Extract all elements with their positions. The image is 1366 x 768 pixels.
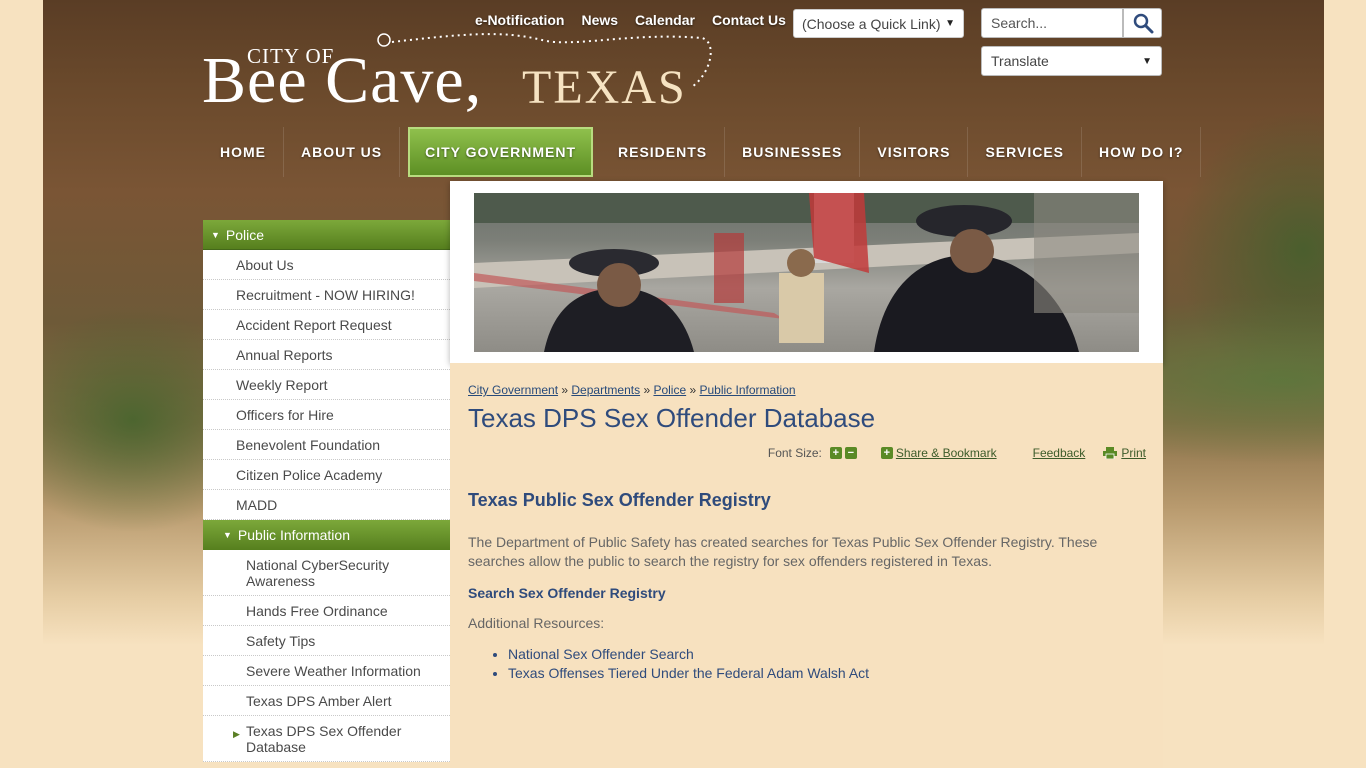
banner-illustration [474, 193, 1139, 352]
sidebar-subitem-safety-tips[interactable]: Safety Tips [203, 626, 450, 656]
triangle-down-icon: ▼ [211, 229, 220, 240]
share-plus-icon: + [880, 447, 893, 459]
nav-visitors[interactable]: VISITORS [860, 127, 969, 177]
breadcrumb-public-information[interactable]: Public Information [700, 383, 796, 397]
search-placeholder: Search... [991, 15, 1048, 31]
sidebar-subitem-label: Texas DPS Sex Offender Database [246, 722, 402, 755]
sidebar-item-madd[interactable]: MADD [203, 490, 450, 520]
font-decrease-icon[interactable]: − [844, 447, 857, 459]
sidebar-item-weekly-report[interactable]: Weekly Report [203, 370, 450, 400]
search-button[interactable] [1123, 8, 1162, 38]
sidebar-item-officers-for-hire[interactable]: Officers for Hire [203, 400, 450, 430]
nav-how-do-i[interactable]: HOW DO I? [1082, 127, 1202, 177]
sidebar-item-accident-report[interactable]: Accident Report Request [203, 310, 450, 340]
sidebar-item-benevolent-foundation[interactable]: Benevolent Foundation [203, 430, 450, 460]
utility-links: e-Notification News Calendar Contact Us [475, 12, 803, 28]
quick-link-select[interactable]: (Choose a Quick Link) ▼ [793, 9, 964, 38]
breadcrumb-police[interactable]: Police [653, 383, 686, 397]
bee-flight-path-icon [377, 33, 712, 88]
sidebar-item-about-us[interactable]: About Us [203, 250, 450, 280]
resource-national-search[interactable]: National Sex Offender Search [508, 645, 1145, 664]
breadcrumb: City Government » Departments » Police »… [468, 383, 1145, 397]
sidebar-subitem-sex-offender-database[interactable]: ▶ Texas DPS Sex Offender Database [203, 716, 450, 762]
main-content: City Government » Departments » Police »… [450, 363, 1163, 768]
chevron-down-icon: ▼ [1142, 55, 1152, 67]
page-title: Texas DPS Sex Offender Database [468, 403, 876, 433]
sidebar: ▼ Police About Us Recruitment - NOW HIRI… [203, 220, 450, 762]
sidebar-heading-police[interactable]: ▼ Police [203, 220, 450, 250]
banner-frame [450, 181, 1163, 363]
e-notification-link[interactable]: e-Notification [475, 12, 564, 28]
chevron-down-icon: ▼ [945, 18, 955, 29]
feedback-link[interactable]: Feedback [1033, 446, 1086, 460]
breadcrumb-separator: » [689, 383, 700, 397]
print-icon [1103, 447, 1118, 459]
sidebar-subitem-hands-free[interactable]: Hands Free Ordinance [203, 596, 450, 626]
sidebar-subitem-amber-alert[interactable]: Texas DPS Amber Alert [203, 686, 450, 716]
translate-value: Translate [991, 53, 1049, 69]
contact-us-link[interactable]: Contact Us [712, 12, 786, 28]
content-paragraph: The Department of Public Safety has crea… [468, 534, 1098, 569]
nav-businesses[interactable]: BUSINESSES [725, 127, 861, 177]
nav-services[interactable]: SERVICES [968, 127, 1083, 177]
breadcrumb-separator: » [561, 383, 572, 397]
resources-list: National Sex Offender Search Texas Offen… [508, 645, 1145, 683]
breadcrumb-separator: » [643, 383, 654, 397]
sidebar-heading-label: Police [225, 226, 265, 243]
sidebar-item-recruitment[interactable]: Recruitment - NOW HIRING! [203, 280, 450, 310]
nav-home[interactable]: HOME [203, 127, 284, 177]
calendar-link[interactable]: Calendar [635, 12, 695, 28]
sidebar-subitem-severe-weather[interactable]: Severe Weather Information [203, 656, 450, 686]
sidebar-item-annual-reports[interactable]: Annual Reports [203, 340, 450, 370]
current-page-arrow-icon: ▶ [233, 729, 240, 739]
search-input[interactable]: Search... [981, 8, 1123, 38]
print-link[interactable]: Print [1121, 446, 1146, 460]
sidebar-subheading-public-information[interactable]: ▼ Public Information [203, 520, 450, 550]
breadcrumb-departments[interactable]: Departments [571, 383, 640, 397]
nav-city-government[interactable]: CITY GOVERNMENT [408, 127, 593, 177]
triangle-down-icon: ▼ [223, 530, 232, 540]
additional-resources-label: Additional Resources: [468, 615, 605, 631]
sidebar-item-citizen-police-academy[interactable]: Citizen Police Academy [203, 460, 450, 490]
police-salute-banner-image [474, 193, 1139, 352]
quick-link-value: (Choose a Quick Link) [802, 15, 941, 32]
resource-adam-walsh-act[interactable]: Texas Offenses Tiered Under the Federal … [508, 664, 1145, 683]
sidebar-subitem-cybersecurity[interactable]: National CyberSecurity Awareness [203, 550, 450, 596]
breadcrumb-city-government[interactable]: City Government [468, 383, 558, 397]
font-increase-icon[interactable]: + [829, 447, 842, 459]
page-margin-right [1324, 0, 1366, 768]
page-tools: Font Size: + − + Share & Bookmark Feedba… [768, 446, 1146, 460]
nav-residents[interactable]: RESIDENTS [601, 127, 726, 177]
nav-about-us[interactable]: ABOUT US [284, 127, 401, 177]
font-size-label: Font Size: [767, 446, 822, 460]
search-icon [1133, 13, 1153, 34]
main-navigation: HOME ABOUT US CITY GOVERNMENT RESIDENTS … [203, 127, 1202, 177]
content-heading: Texas Public Sex Offender Registry [468, 490, 771, 510]
translate-select[interactable]: Translate ▼ [981, 46, 1162, 76]
page-margin-left [0, 0, 43, 768]
city-logo[interactable]: CITY OF Bee Cave, TEXAS [202, 33, 717, 118]
news-link[interactable]: News [581, 12, 618, 28]
search-registry-link[interactable]: Search Sex Offender Registry [468, 585, 1145, 601]
share-bookmark-link[interactable]: Share & Bookmark [896, 446, 997, 460]
sidebar-subheading-label: Public Information [237, 527, 350, 543]
